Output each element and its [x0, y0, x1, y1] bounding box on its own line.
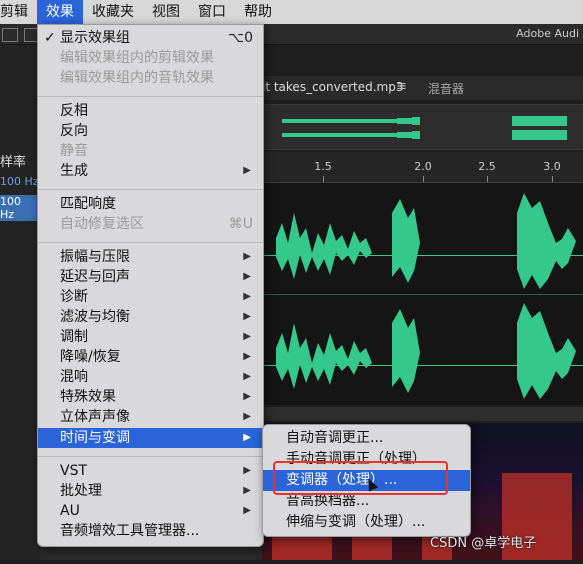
ruler-tick: 3.0 — [543, 160, 561, 173]
ruler-tick: 1.5 — [314, 160, 332, 173]
submenu-arrow-icon: ▶ — [243, 505, 251, 516]
menu-separator — [38, 96, 263, 97]
samplerate-value: 100 Hz — [0, 175, 39, 188]
submenu-arrow-icon: ▶ — [243, 411, 251, 422]
samplerate-header: 样率 — [0, 155, 27, 170]
frame-icon[interactable] — [2, 28, 18, 42]
menu-item-reverb[interactable]: 混响 ▶ — [38, 367, 263, 387]
menu-separator — [38, 456, 263, 457]
menu-item-time-pitch[interactable]: 时间与变调 ▶ — [38, 428, 263, 448]
files-panel: 样率 100 Hz 100 Hz — [0, 45, 40, 560]
submenu-arrow-icon: ▶ — [243, 391, 251, 402]
menu-item-plugin-manager[interactable]: 音频增效工具管理器... — [38, 521, 263, 541]
tab-editor-file[interactable]: it takes_converted.mp3 — [262, 80, 404, 94]
menu-item-vst[interactable]: VST ▶ — [38, 461, 263, 481]
ruler-tick: 2.0 — [414, 160, 432, 173]
ruler-tick: 2.5 — [478, 160, 496, 173]
effects-menu: ✓ 显示效果组 ⌥0 编辑效果组内的剪辑效果 编辑效果组内的音轨效果 反相 反向… — [37, 24, 264, 547]
submenu-arrow-icon: ▶ — [243, 271, 251, 282]
menu-item-diagnostics[interactable]: 诊断 ▶ — [38, 287, 263, 307]
submenu-item-stretch-pitch[interactable]: 伸缩与变调（处理）... — [263, 512, 470, 533]
menu-separator — [38, 242, 263, 243]
menu-item-stereo-imagery[interactable]: 立体声声像 ▶ — [38, 407, 263, 427]
submenu-arrow-icon: ▶ — [243, 251, 251, 262]
time-ruler[interactable]: 1.5 2.0 2.5 3.0 — [262, 152, 583, 183]
submenu-arrow-icon: ▶ — [243, 331, 251, 342]
menu-item-filter[interactable]: 滤波与均衡 ▶ — [38, 307, 263, 327]
menu-help[interactable]: 帮助 — [235, 0, 281, 24]
menu-separator — [38, 189, 263, 190]
annotation-box — [273, 461, 448, 495]
track-divider — [262, 294, 583, 295]
watermark: CSDN @卓学电子 — [430, 536, 537, 551]
menu-item-generate[interactable]: 生成 ▶ — [38, 161, 263, 181]
app-title: Adobe Audi — [516, 27, 579, 40]
menu-item-invert[interactable]: 反相 — [38, 101, 263, 121]
overview-waveform — [282, 116, 567, 140]
samplerate-value-selected[interactable]: 100 Hz — [0, 195, 38, 221]
menu-item-delay[interactable]: 延迟与回声 ▶ — [38, 267, 263, 287]
tab-mixer[interactable]: 混音器 — [428, 80, 464, 97]
menu-view[interactable]: 视图 — [143, 0, 189, 24]
submenu-arrow-icon: ▶ — [243, 165, 251, 176]
editor-tabs: it takes_converted.mp3 ≡ 混音器 — [262, 76, 583, 100]
submenu-arrow-icon: ▶ — [243, 311, 251, 322]
menu-item-auto-heal[interactable]: 自动修复选区 ⌘U — [38, 214, 263, 234]
submenu-item-auto-pitch[interactable]: 自动音调更正... — [263, 428, 470, 449]
menu-effects[interactable]: 效果 — [37, 0, 83, 24]
menu-window[interactable]: 窗口 — [189, 0, 235, 24]
menu-item-batch[interactable]: 批处理 ▶ — [38, 481, 263, 501]
tool-icons — [2, 28, 40, 42]
menu-item-modulation[interactable]: 调制 ▶ — [38, 327, 263, 347]
submenu-arrow-icon: ▶ — [243, 371, 251, 382]
menu-bar: 剪辑 效果 收藏夹 视图 窗口 帮助 — [0, 0, 583, 24]
checkmark-icon: ✓ — [44, 30, 56, 46]
submenu-arrow-icon: ▶ — [243, 485, 251, 496]
menu-item-amplitude[interactable]: 振幅与压限 ▶ — [38, 247, 263, 267]
tab-menu-icon[interactable]: ≡ — [396, 79, 407, 94]
menu-item-show-effects-rack[interactable]: ✓ 显示效果组 ⌥0 — [38, 28, 263, 48]
horizontal-scrollbar[interactable] — [262, 407, 583, 421]
shortcut: ⌘U — [228, 216, 253, 232]
submenu-arrow-icon: ▶ — [243, 432, 251, 443]
menu-item-edit-clip-rack[interactable]: 编辑效果组内的剪辑效果 — [38, 48, 263, 68]
menu-item-special[interactable]: 特殊效果 ▶ — [38, 387, 263, 407]
shortcut: ⌥0 — [227, 30, 253, 46]
menu-favorites[interactable]: 收藏夹 — [83, 0, 143, 24]
menu-item-match-loudness[interactable]: 匹配响度 — [38, 194, 263, 214]
waveform-overview[interactable] — [262, 104, 583, 150]
menu-item-silence[interactable]: 静音 — [38, 141, 263, 161]
menu-item-reverse[interactable]: 反向 — [38, 121, 263, 141]
menu-item-noise-reduction[interactable]: 降噪/恢复 ▶ — [38, 347, 263, 367]
menu-item-edit-track-rack[interactable]: 编辑效果组内的音轨效果 — [38, 68, 263, 88]
menu-item-au[interactable]: AU ▶ — [38, 501, 263, 521]
menu-edit[interactable]: 剪辑 — [0, 0, 37, 24]
submenu-arrow-icon: ▶ — [243, 465, 251, 476]
submenu-arrow-icon: ▶ — [243, 351, 251, 362]
submenu-arrow-icon: ▶ — [243, 291, 251, 302]
